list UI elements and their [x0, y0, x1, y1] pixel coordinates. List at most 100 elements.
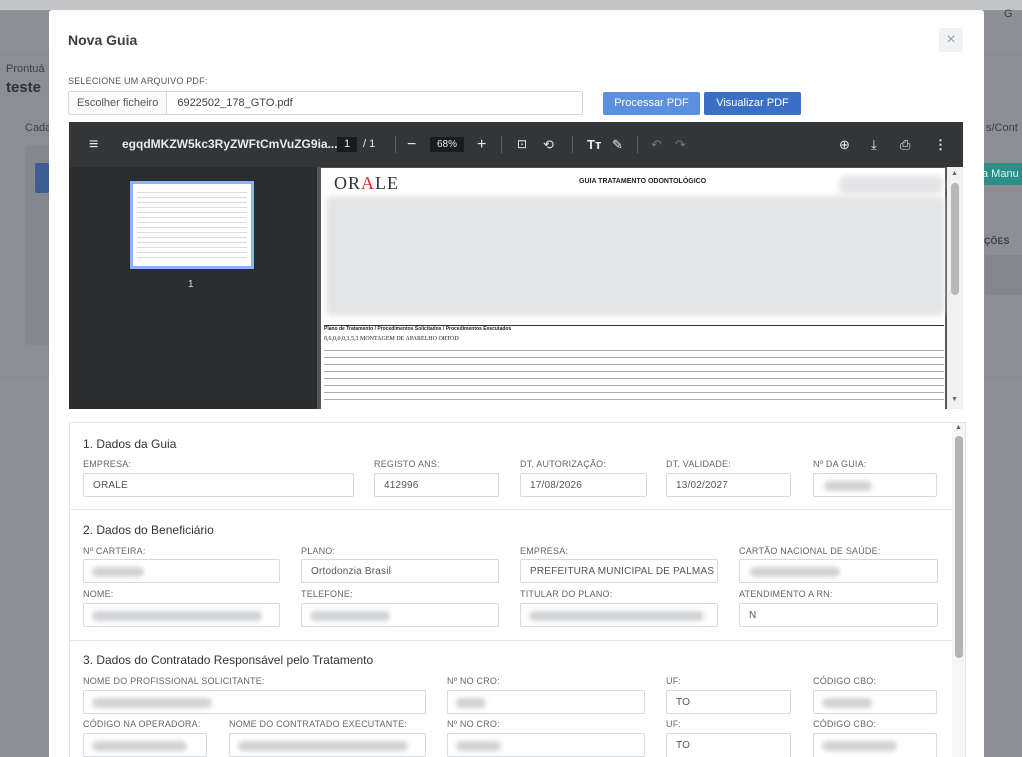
cro2-field[interactable] [447, 733, 645, 757]
rotate-icon[interactable]: ⟲ [543, 122, 554, 167]
contratado-executante-field[interactable] [229, 733, 426, 757]
choose-file-button[interactable]: Escolher ficheiro [69, 92, 168, 114]
toolbar-divider [395, 136, 396, 153]
cbo2-field[interactable] [813, 733, 937, 757]
background-user: G [1004, 8, 1013, 20]
background-header: ÇÕES [984, 236, 1010, 246]
empresa-label: EMPRESA: [83, 459, 132, 469]
text-tool-icon[interactable]: Tт [587, 122, 601, 167]
nome-field[interactable] [83, 603, 280, 627]
zoom-in-icon[interactable]: + [477, 122, 486, 167]
pdf-page: ORALE GUIA TRATAMENTO ODONTOLÓGICO Plano… [321, 168, 945, 409]
download-icon[interactable]: ⤓ [871, 122, 877, 167]
background-title: teste [6, 79, 42, 96]
file-name: 6922502_178_GTO.pdf [177, 97, 293, 109]
atendimento-rn-field[interactable]: N [739, 603, 938, 627]
redacted-value [456, 741, 501, 751]
pdf-thumbnail-sidebar: 1 [69, 167, 317, 409]
scroll-up-icon[interactable]: ▲ [951, 170, 958, 177]
draw-tool-icon[interactable]: ✎ [612, 122, 623, 167]
document-logo-accent: A [361, 173, 376, 193]
redacted-value [822, 741, 897, 751]
background-blue-button [35, 163, 49, 193]
dt-validade-label: DT. VALIDADE: [666, 459, 731, 469]
codigo-operadora-field[interactable] [83, 733, 207, 757]
uf2-field[interactable]: TO [666, 733, 791, 757]
cro-field[interactable] [447, 690, 645, 714]
form-scroll-up-icon[interactable]: ▲ [955, 424, 962, 431]
pdf-scrollbar-thumb[interactable] [951, 183, 959, 295]
toolbar-divider [572, 136, 573, 153]
pdf-page-area[interactable]: ORALE GUIA TRATAMENTO ODONTOLÓGICO Plano… [321, 167, 947, 409]
background-right-card [985, 255, 1022, 295]
dt-autorizacao-field[interactable]: 17/08/2026 [520, 473, 647, 497]
dt-autorizacao-label: DT. AUTORIZAÇÃO: [520, 459, 607, 469]
file-label: SELECIONE UM ARQUIVO PDF: [68, 76, 208, 86]
redacted-value [92, 611, 262, 621]
process-pdf-button[interactable]: Processar PDF [603, 92, 700, 115]
redacted-value [750, 567, 840, 577]
carteira-field[interactable] [83, 559, 280, 583]
uf2-label: UF: [666, 719, 682, 729]
zoom-level-input[interactable]: 68% [430, 137, 464, 152]
section-divider [70, 640, 952, 641]
dt-validade-field[interactable]: 13/02/2027 [666, 473, 791, 497]
file-input[interactable]: Escolher ficheiro 6922502_178_GTO.pdf [68, 91, 583, 115]
close-button[interactable]: × [939, 28, 963, 52]
profissional-solicitante-field[interactable] [83, 690, 426, 714]
empresa-field[interactable]: ORALE [83, 473, 354, 497]
annotate-icon[interactable]: ⊕ [839, 122, 850, 167]
redacted-value [92, 567, 144, 577]
form-scrollbar-thumb[interactable] [955, 436, 963, 658]
atendimento-rn-label: ATENDIMENTO A RN: [739, 589, 833, 599]
section-title-dados-contratado: 3. Dados do Contratado Responsável pelo … [83, 653, 374, 667]
row-description: MONTAGEM DE APARELHO ORTOD [360, 336, 459, 342]
thumbnail-content [137, 188, 247, 262]
codigo-operadora-label: CÓDIGO NA OPERADORA: [83, 719, 201, 729]
redacted-value [310, 611, 390, 621]
fit-page-icon[interactable]: ⊡ [517, 122, 527, 167]
more-options-icon[interactable]: ⋮ [934, 122, 947, 167]
redacted-value [92, 741, 187, 751]
document-heading: GUIA TRATAMENTO ODONTOLÓGICO [579, 178, 707, 185]
background-topbar [0, 0, 1022, 10]
plano-field[interactable]: Ortodonzia Brasil [301, 559, 499, 583]
background-tab-right: s/Cont [986, 122, 1018, 134]
redacted-value [456, 698, 486, 708]
titular-plano-field[interactable] [520, 603, 718, 627]
cbo-field[interactable] [813, 690, 937, 714]
registo-ans-field[interactable]: 412996 [374, 473, 499, 497]
redo-icon[interactable]: ↷ [675, 122, 686, 167]
numero-guia-field[interactable] [813, 473, 937, 497]
telefone-field[interactable] [301, 603, 499, 627]
profissional-solicitante-label: NOME DO PROFISSIONAL SOLICITANTE: [83, 676, 265, 686]
scroll-down-icon[interactable]: ▼ [951, 396, 958, 403]
thumbnail-page-number: 1 [188, 279, 194, 290]
carteira-label: Nº CARTEIRA: [83, 546, 146, 556]
uf-label: UF: [666, 676, 682, 686]
page-number-input[interactable]: 1 [337, 137, 357, 152]
print-icon[interactable]: ⎙ [900, 122, 910, 167]
toolbar-divider [637, 136, 638, 153]
form-scrollbar[interactable]: ▲ [952, 423, 965, 757]
pdf-scrollbar[interactable]: ▲ ▼ [947, 167, 963, 409]
zoom-out-icon[interactable]: − [407, 122, 416, 167]
titular-plano-label: TITULAR DO PLANO: [520, 589, 613, 599]
pdf-viewer: ≡ egqdMKZW5kc3RyZWFtCmVuZG9ia... 1 / 1 −… [69, 122, 963, 409]
pdf-file-title: egqdMKZW5kc3RyZWFtCmVuZG9ia... [122, 137, 338, 151]
cro2-label: Nº NO CRO: [447, 719, 500, 729]
view-pdf-button[interactable]: Visualizar PDF [704, 92, 801, 115]
uf-field[interactable]: TO [666, 690, 791, 714]
page-thumbnail[interactable] [130, 181, 254, 269]
guia-form: 1. Dados da Guia EMPRESA: ORALE REGISTO … [69, 422, 966, 757]
numero-guia-label: Nº DA GUIA: [813, 459, 867, 469]
undo-icon[interactable]: ↶ [651, 122, 662, 167]
menu-icon[interactable]: ≡ [89, 122, 98, 167]
nome-label: NOME: [83, 589, 114, 599]
document-grid [324, 344, 944, 406]
empresa-beneficiario-field[interactable]: PREFEITURA MUNICIPAL DE PALMAS [520, 559, 718, 583]
section-divider [70, 509, 952, 510]
cartao-nacional-field[interactable] [739, 559, 938, 583]
modal-title: Nova Guia [68, 32, 138, 48]
redacted-area [839, 176, 943, 194]
